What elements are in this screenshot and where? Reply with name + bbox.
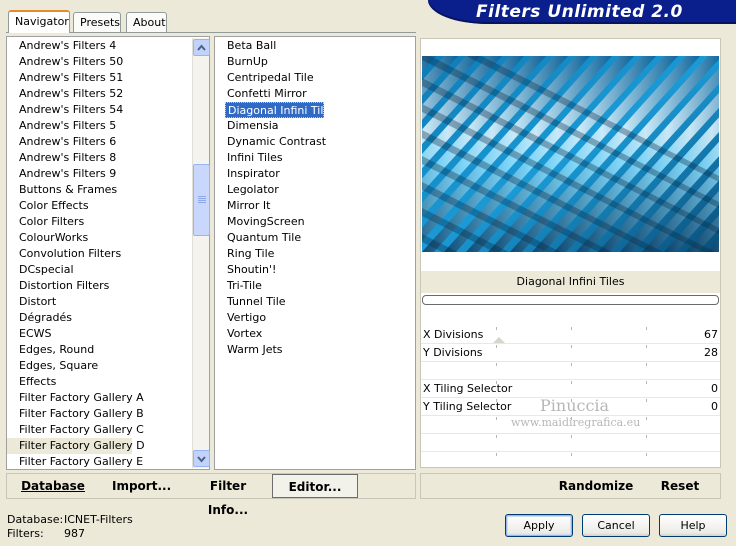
category-list[interactable]: Andrew's Filters 4 Andrew's Filters 50 And… bbox=[6, 36, 210, 470]
filter-item[interactable]: Vortex bbox=[215, 326, 262, 342]
category-item[interactable]: Dégradés bbox=[7, 310, 132, 326]
randomize-button[interactable]: Randomize bbox=[558, 474, 634, 498]
watermark-name: Pinuccia bbox=[540, 396, 610, 415]
parameter-value: 67 bbox=[704, 328, 718, 341]
filter-item[interactable]: Tri-Tile bbox=[215, 278, 262, 294]
category-item[interactable]: ECWS bbox=[7, 326, 132, 342]
database-button[interactable]: Database bbox=[20, 474, 86, 498]
scroll-down-button[interactable] bbox=[193, 450, 210, 467]
parameter-row bbox=[421, 453, 720, 470]
tab-about[interactable]: About bbox=[126, 12, 167, 32]
filter-item[interactable]: Warm Jets bbox=[215, 342, 283, 358]
filter-item[interactable]: BurnUp bbox=[215, 54, 268, 70]
preview-image bbox=[422, 56, 719, 252]
category-item[interactable]: Filter Factory Gallery A bbox=[7, 390, 144, 406]
database-label: Database: bbox=[7, 513, 64, 526]
filter-item[interactable]: Centripedal Tile bbox=[215, 70, 314, 86]
category-item[interactable]: Filter Factory Gallery D bbox=[7, 438, 145, 454]
category-item[interactable]: Edges, Square bbox=[7, 358, 132, 374]
watermark-url: www.maidiregrafica.eu bbox=[511, 416, 641, 429]
filter-item[interactable]: Vertigo bbox=[215, 310, 266, 326]
category-item[interactable]: Color Effects bbox=[7, 198, 132, 214]
filter-item[interactable]: Dynamic Contrast bbox=[215, 134, 326, 150]
category-item[interactable]: Andrew's Filters 54 bbox=[7, 102, 132, 118]
filter-item[interactable]: Mirror It bbox=[215, 198, 270, 214]
editor-button[interactable]: Editor... bbox=[272, 474, 358, 498]
scroll-up-button[interactable] bbox=[193, 39, 210, 56]
parameter-label: Y Divisions bbox=[423, 346, 483, 359]
category-item[interactable]: Effects bbox=[7, 374, 132, 390]
filter-item[interactable]: Shoutin'! bbox=[215, 262, 276, 278]
database-value: ICNET-Filters bbox=[64, 513, 133, 526]
filter-item[interactable]: Confetti Mirror bbox=[215, 86, 307, 102]
parameter-label: Y Tiling Selector bbox=[423, 400, 512, 413]
category-item[interactable]: Andrew's Filters 5 bbox=[7, 118, 132, 134]
category-item[interactable]: Color Filters bbox=[7, 214, 132, 230]
tab-presets[interactable]: Presets bbox=[73, 12, 121, 32]
filter-item[interactable]: Dimensia bbox=[215, 118, 279, 134]
reset-button[interactable]: Reset bbox=[656, 474, 704, 498]
category-item[interactable]: Andrew's Filters 9 bbox=[7, 166, 132, 182]
parameter-label: X Tiling Selector bbox=[423, 382, 513, 395]
parameter-row[interactable]: X Divisions 67 bbox=[421, 327, 720, 344]
filter-item[interactable]: Infini Tiles bbox=[215, 150, 283, 166]
filter-info-button[interactable]: Filter Info... bbox=[192, 474, 264, 517]
filter-item[interactable]: Inspirator bbox=[215, 166, 280, 182]
category-item[interactable]: Andrew's Filters 52 bbox=[7, 86, 132, 102]
filter-item[interactable]: Ring Tile bbox=[215, 246, 274, 262]
parameter-value: 0 bbox=[711, 382, 718, 395]
filter-item[interactable]: Diagonal Infini Tiles bbox=[225, 102, 336, 118]
parameter-row bbox=[421, 363, 720, 380]
scroll-thumb[interactable] bbox=[193, 164, 210, 236]
apply-button[interactable]: Apply bbox=[505, 514, 573, 537]
slider-marker[interactable] bbox=[493, 337, 505, 343]
filter-item[interactable]: Quantum Tile bbox=[215, 230, 301, 246]
chevron-down-icon bbox=[197, 456, 206, 463]
category-item[interactable]: Filter Factory Gallery E bbox=[7, 454, 143, 469]
category-item[interactable]: Andrew's Filters 4 bbox=[7, 38, 132, 54]
filters-label: Filters: bbox=[7, 527, 44, 540]
category-item[interactable]: DCspecial bbox=[7, 262, 132, 278]
tab-navigator[interactable]: Navigator bbox=[8, 10, 70, 33]
import-button[interactable]: Import... bbox=[112, 474, 171, 498]
category-item[interactable]: Distort bbox=[7, 294, 132, 310]
filter-list[interactable]: Beta Ball BurnUp Centripedal Tile Confetti … bbox=[214, 36, 416, 470]
category-item[interactable]: Andrew's Filters 8 bbox=[7, 150, 132, 166]
category-item[interactable]: Andrew's Filters 50 bbox=[7, 54, 132, 70]
parameter-value: 28 bbox=[704, 346, 718, 359]
app-title: Filters Unlimited 2.0 bbox=[476, 2, 683, 22]
parameter-label: X Divisions bbox=[423, 328, 484, 341]
filter-item[interactable]: Tunnel Tile bbox=[215, 294, 286, 310]
parameter-value: 0 bbox=[711, 400, 718, 413]
category-item[interactable]: Edges, Round bbox=[7, 342, 132, 358]
help-button[interactable]: Help bbox=[659, 514, 727, 537]
category-item[interactable]: Andrew's Filters 51 bbox=[7, 70, 132, 86]
progress-bar bbox=[422, 295, 719, 305]
category-item[interactable]: Buttons & Frames bbox=[7, 182, 132, 198]
category-item[interactable]: Filter Factory Gallery B bbox=[7, 406, 144, 422]
filter-title: Diagonal Infini Tiles bbox=[421, 271, 720, 293]
chevron-up-icon bbox=[197, 44, 206, 51]
filters-count: 987 bbox=[64, 527, 85, 540]
filter-item[interactable]: Legolator bbox=[215, 182, 279, 198]
filter-item[interactable]: MovingScreen bbox=[215, 214, 305, 230]
category-item[interactable]: Filter Factory Gallery C bbox=[7, 422, 144, 438]
category-scrollbar[interactable] bbox=[192, 38, 210, 468]
parameter-row[interactable]: Y Divisions 28 bbox=[421, 345, 720, 362]
category-item[interactable]: Convolution Filters bbox=[7, 246, 132, 262]
category-item[interactable]: ColourWorks bbox=[7, 230, 132, 246]
category-item[interactable]: Distortion Filters bbox=[7, 278, 132, 294]
parameter-row bbox=[421, 435, 720, 452]
category-item[interactable]: Andrew's Filters 6 bbox=[7, 134, 132, 150]
filter-item[interactable]: Beta Ball bbox=[215, 38, 276, 54]
cancel-button[interactable]: Cancel bbox=[582, 514, 650, 537]
